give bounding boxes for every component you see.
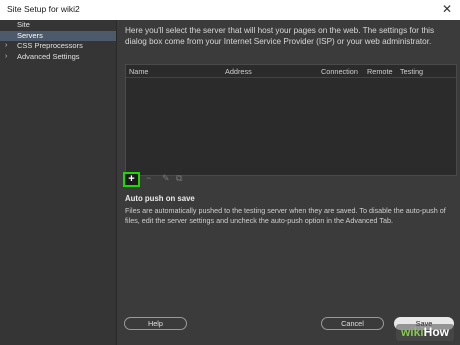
column-header-testing[interactable]: Testing [400,67,423,76]
add-server-button[interactable]: + [123,172,140,187]
cancel-button[interactable]: Cancel [321,317,384,330]
window-title: Site Setup for wiki2 [7,4,80,14]
servers-panel: Here you'll select the server that will … [118,20,460,345]
wikihow-watermark: wikiHow [395,324,454,341]
duplicate-icon[interactable]: ⧉ [176,173,182,184]
help-button[interactable]: Help [124,317,187,330]
servers-table[interactable]: Name Address Connection Remote Testing [125,64,457,176]
sidebar-item-label: CSS Preprocessors [17,41,83,50]
sidebar-item-label: Servers [17,30,43,40]
watermark-part-how: How [423,325,449,339]
servers-intro-text: Here you'll select the server that will … [125,26,435,46]
column-header-remote[interactable]: Remote [367,67,393,76]
table-header: Name Address Connection Remote Testing [126,65,456,78]
watermark-part-wiki: wiki [400,325,424,339]
auto-push-description: Files are automatically pushed to the te… [125,206,446,225]
category-sidebar: Site Servers › CSS Preprocessors › Advan… [0,20,117,345]
auto-push-heading: Auto push on save [125,194,195,203]
close-icon[interactable]: ✕ [442,2,452,16]
edit-icon[interactable]: ✎ [162,173,170,184]
chevron-right-icon[interactable]: › [5,52,7,63]
sidebar-item-servers[interactable]: Servers [0,30,116,41]
sidebar-item-css-preprocessors[interactable]: › CSS Preprocessors [0,41,116,52]
column-header-name[interactable]: Name [129,67,148,76]
column-header-connection[interactable]: Connection [321,67,358,76]
title-bar: Site Setup for wiki2 ✕ [0,0,460,20]
server-list-toolbar: + − ✎ ⧉ [123,172,243,187]
column-header-address[interactable]: Address [225,67,252,76]
remove-server-button[interactable]: − [146,173,151,183]
sidebar-item-label: Site [17,20,30,29]
sidebar-item-label: Advanced Settings [17,51,80,61]
site-setup-dialog: Site Servers › CSS Preprocessors › Advan… [0,20,460,345]
sidebar-item-advanced-settings[interactable]: › Advanced Settings [0,52,116,63]
sidebar-item-site[interactable]: Site [0,20,116,31]
chevron-right-icon[interactable]: › [5,41,7,52]
